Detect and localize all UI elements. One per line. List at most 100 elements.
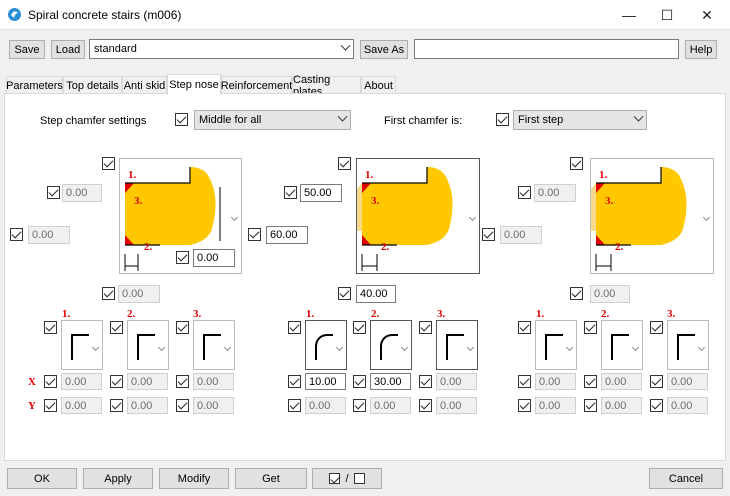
first-chamfer-checkbox[interactable] (496, 113, 509, 126)
save-as-button[interactable]: Save As (360, 40, 408, 59)
left-x2-checkbox[interactable] (110, 375, 123, 388)
ok-button[interactable]: OK (7, 468, 77, 489)
middle-x3-checkbox[interactable] (419, 375, 432, 388)
left-corner2-checkbox[interactable] (110, 321, 123, 334)
left-y2-checkbox[interactable] (110, 399, 123, 412)
left-corner1-select[interactable] (61, 320, 103, 370)
left-y3-field[interactable]: 0.00 (193, 397, 234, 414)
tab-casting-plates[interactable]: Casting plates (292, 74, 361, 98)
tab-anti-skid[interactable]: Anti skid (122, 76, 167, 94)
middle-y3-checkbox[interactable] (419, 399, 432, 412)
get-button[interactable]: Get (235, 468, 307, 489)
right-y3-field[interactable]: 0.00 (667, 397, 708, 414)
preset-select[interactable]: standard (89, 39, 354, 59)
right-corner1-select[interactable] (535, 320, 577, 370)
left-right-field[interactable]: 0.00 (193, 249, 235, 267)
right-y1-field[interactable]: 0.00 (535, 397, 576, 414)
right-corner2-select[interactable] (601, 320, 643, 370)
right-y2-field[interactable]: 0.00 (601, 397, 642, 414)
middle-y2-checkbox[interactable] (353, 399, 366, 412)
middle-y1-checkbox[interactable] (288, 399, 301, 412)
left-top-checkbox[interactable] (102, 157, 115, 170)
left-y3-checkbox[interactable] (176, 399, 189, 412)
left-y1-field[interactable]: 0.00 (61, 397, 102, 414)
left-y2-field[interactable]: 0.00 (127, 397, 168, 414)
step-chamfer-checkbox[interactable] (175, 113, 188, 126)
close-button[interactable]: ✕ (690, 0, 724, 30)
right-y1-checkbox[interactable] (518, 399, 531, 412)
save-button[interactable]: Save (9, 40, 45, 59)
left-corner2-select[interactable] (127, 320, 169, 370)
middle-corner1-select[interactable] (305, 320, 347, 370)
middle-x1-checkbox[interactable] (288, 375, 301, 388)
right-x3-checkbox[interactable] (650, 375, 663, 388)
right-step-diagram[interactable]: 1. 3. 2. (551, 158, 714, 274)
middle-corner1-checkbox[interactable] (288, 321, 301, 334)
left-x3-field[interactable]: 0.00 (193, 373, 234, 390)
left-x3-checkbox[interactable] (176, 375, 189, 388)
middle-x1-field[interactable]: 10.00 (305, 373, 346, 390)
left-y1-checkbox[interactable] (44, 399, 57, 412)
help-button[interactable]: Help (685, 40, 717, 59)
maximize-button[interactable]: ☐ (650, 0, 684, 30)
right-corner3-checkbox[interactable] (650, 321, 663, 334)
left-bottom-checkbox[interactable] (102, 287, 115, 300)
middle-corner2-checkbox[interactable] (353, 321, 366, 334)
middle-x2-checkbox[interactable] (353, 375, 366, 388)
first-chamfer-select[interactable]: First step (513, 110, 647, 130)
middle-bottom-field[interactable]: 40.00 (356, 285, 396, 303)
left-bottom-field[interactable]: 0.00 (118, 285, 160, 303)
middle-corner3-checkbox[interactable] (419, 321, 432, 334)
middle-corner3-select[interactable] (436, 320, 478, 370)
step-chamfer-select[interactable]: Middle for all (194, 110, 351, 130)
middle-top-left-field[interactable]: 50.00 (300, 184, 342, 202)
tab-about[interactable]: About (361, 76, 396, 94)
middle-x3-field[interactable]: 0.00 (436, 373, 477, 390)
left-corner3-select[interactable] (193, 320, 235, 370)
right-y3-checkbox[interactable] (650, 399, 663, 412)
middle-top-checkbox[interactable] (338, 157, 351, 170)
left-corner3-checkbox[interactable] (176, 321, 189, 334)
tab-step-nose[interactable]: Step nose (167, 74, 221, 95)
middle-y2-field[interactable]: 0.00 (370, 397, 411, 414)
right-corner3-select[interactable] (667, 320, 709, 370)
left-x1-field[interactable]: 0.00 (61, 373, 102, 390)
middle-step-diagram[interactable]: 1. 3. 2. (317, 158, 480, 274)
right-top-left-field[interactable]: 0.00 (534, 184, 576, 202)
middle-x2-field[interactable]: 30.00 (370, 373, 411, 390)
right-top-left-checkbox[interactable] (518, 186, 531, 199)
tab-top-details[interactable]: Top details (63, 76, 122, 94)
right-y2-checkbox[interactable] (584, 399, 597, 412)
right-bottom-checkbox[interactable] (570, 287, 583, 300)
left-top-left-field[interactable]: 0.00 (62, 184, 102, 202)
right-x1-field[interactable]: 0.00 (535, 373, 576, 390)
left-x1-checkbox[interactable] (44, 375, 57, 388)
left-mid-left-field[interactable]: 0.00 (28, 226, 70, 244)
save-as-name-field[interactable] (414, 39, 679, 59)
right-bottom-field[interactable]: 0.00 (590, 285, 630, 303)
left-corner1-checkbox[interactable] (44, 321, 57, 334)
right-x3-field[interactable]: 0.00 (667, 373, 708, 390)
minimize-button[interactable]: — (612, 0, 646, 30)
middle-top-left-checkbox[interactable] (284, 186, 297, 199)
right-x1-checkbox[interactable] (518, 375, 531, 388)
middle-bottom-checkbox[interactable] (338, 287, 351, 300)
right-mid-left-field[interactable]: 0.00 (500, 226, 542, 244)
left-x2-field[interactable]: 0.00 (127, 373, 168, 390)
cancel-button[interactable]: Cancel (649, 468, 723, 489)
apply-button[interactable]: Apply (83, 468, 153, 489)
right-top-checkbox[interactable] (570, 157, 583, 170)
right-corner1-checkbox[interactable] (518, 321, 531, 334)
right-x2-field[interactable]: 0.00 (601, 373, 642, 390)
left-right-checkbox[interactable] (176, 251, 189, 264)
right-corner2-checkbox[interactable] (584, 321, 597, 334)
right-x2-checkbox[interactable] (584, 375, 597, 388)
left-top-left-checkbox[interactable] (47, 186, 60, 199)
tab-parameters[interactable]: Parameters (6, 76, 63, 94)
middle-mid-left-field[interactable]: 60.00 (266, 226, 308, 244)
toggle-all-checkboxes-button[interactable]: / (312, 468, 382, 489)
left-mid-left-checkbox[interactable] (10, 228, 23, 241)
middle-mid-left-checkbox[interactable] (248, 228, 261, 241)
right-mid-left-checkbox[interactable] (482, 228, 495, 241)
tab-reinforcement[interactable]: Reinforcement (221, 76, 292, 94)
